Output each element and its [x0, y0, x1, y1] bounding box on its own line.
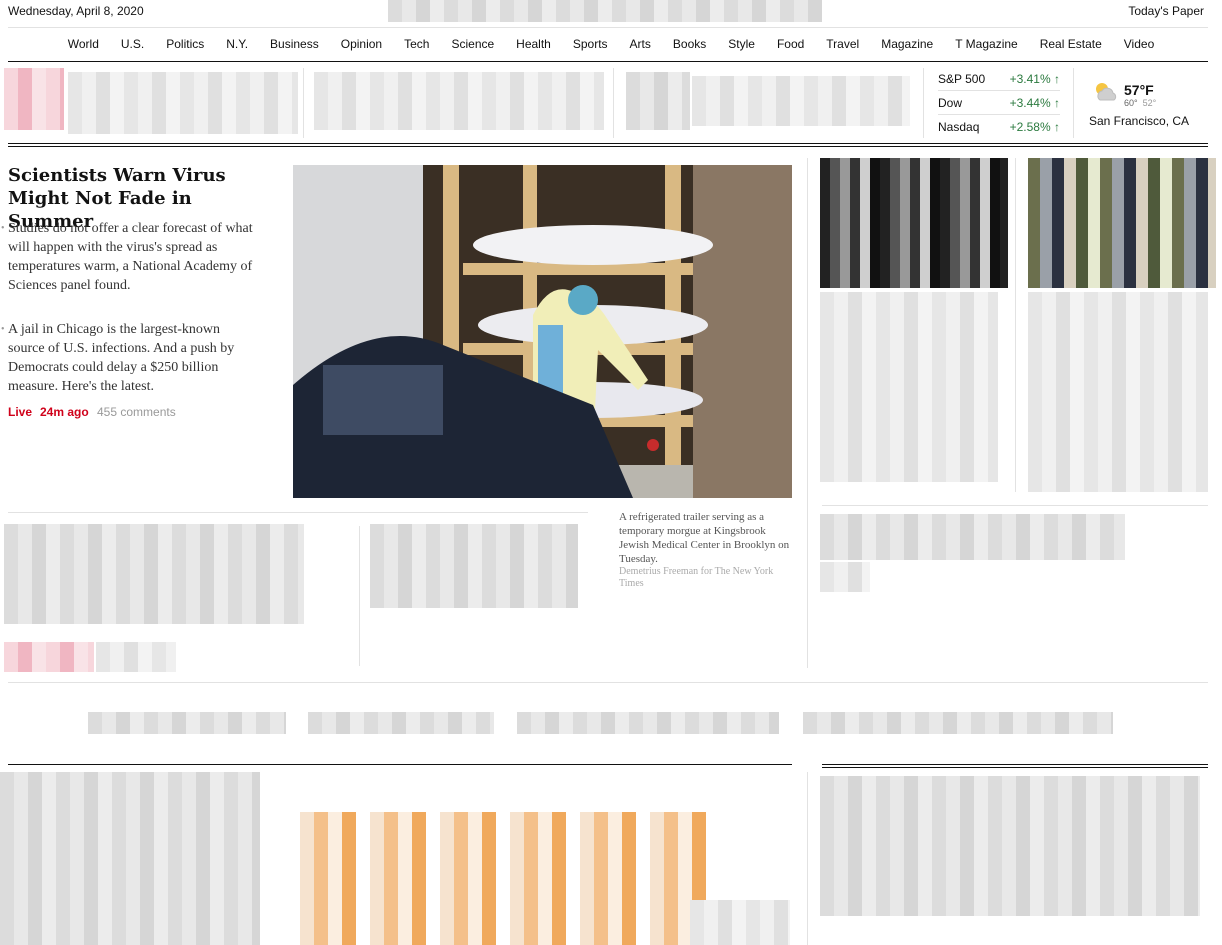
nav-us[interactable]: U.S. [110, 37, 155, 51]
topic-link[interactable] [803, 712, 1113, 734]
nav-politics[interactable]: Politics [155, 37, 215, 51]
divider [923, 68, 924, 138]
nav-business[interactable]: Business [259, 37, 330, 51]
story-teaser[interactable] [1028, 292, 1208, 492]
nav-health[interactable]: Health [505, 37, 562, 51]
arrow-up-icon: ↑ [1054, 96, 1060, 110]
date: Wednesday, April 8, 2020 [8, 4, 144, 18]
story-teaser[interactable] [820, 514, 1125, 560]
story-teaser[interactable] [96, 642, 176, 672]
story-teaser[interactable] [820, 776, 1200, 916]
timestamp: 24m ago [40, 405, 89, 419]
todays-paper-link[interactable]: Today's Paper [1128, 4, 1204, 18]
nav-video[interactable]: Video [1113, 37, 1165, 51]
topic-link[interactable] [308, 712, 494, 734]
briefing-teaser[interactable] [68, 72, 298, 134]
briefing-teaser[interactable] [314, 72, 604, 130]
market-dow[interactable]: Dow +3.44% ↑ [938, 96, 1060, 110]
divider [303, 68, 304, 138]
nav-opinion[interactable]: Opinion [330, 37, 393, 51]
divider [8, 512, 588, 513]
nav-divider [8, 61, 1208, 62]
nav-sports[interactable]: Sports [562, 37, 619, 51]
market-change: +3.44% [1009, 96, 1051, 110]
story-teaser[interactable] [820, 562, 870, 592]
section-nav: World U.S. Politics N.Y. Business Opinio… [0, 37, 1222, 51]
nav-world[interactable]: World [57, 37, 110, 51]
nav-magazine[interactable]: Magazine [870, 37, 944, 51]
nav-arts[interactable]: Arts [619, 37, 662, 51]
lead-summary-2: A jail in Chicago is the largest-known s… [1, 320, 260, 396]
photo-credit: Demetrius Freeman for The New York Times [619, 566, 774, 589]
story-thumbnail[interactable] [820, 158, 1008, 288]
market-name: S&P 500 [938, 72, 986, 86]
market-change: +3.41% [1009, 72, 1051, 86]
nav-books[interactable]: Books [662, 37, 717, 51]
divider [613, 68, 614, 138]
divider [807, 158, 808, 668]
nav-food[interactable]: Food [766, 37, 815, 51]
story-teaser[interactable] [370, 524, 578, 608]
divider [938, 90, 1060, 91]
divider [938, 114, 1060, 115]
divider [8, 27, 1208, 28]
arrow-up-icon: ↑ [1054, 72, 1060, 86]
story-teaser[interactable] [4, 524, 304, 624]
nav-ny[interactable]: N.Y. [215, 37, 259, 51]
divider [1073, 68, 1074, 138]
weather-temp: 57°F [1124, 82, 1154, 98]
divider [359, 526, 360, 666]
divider [8, 682, 1208, 683]
divider [1015, 158, 1016, 492]
divider [822, 764, 1208, 765]
weather-city[interactable]: San Francisco, CA [1089, 114, 1189, 128]
nav-travel[interactable]: Travel [815, 37, 870, 51]
divider [8, 764, 792, 765]
story-teaser[interactable] [4, 642, 94, 672]
divider [807, 772, 808, 945]
market-name: Nasdaq [938, 120, 980, 134]
briefing-teaser[interactable] [692, 76, 910, 126]
market-name: Dow [938, 96, 963, 110]
divider [8, 146, 1208, 147]
story-thumbnail[interactable] [1028, 158, 1216, 288]
story-teaser[interactable] [820, 292, 998, 482]
lead-photo[interactable] [293, 165, 792, 498]
masthead-logo[interactable] [388, 0, 822, 22]
nav-t-magazine[interactable]: T Magazine [944, 37, 1028, 51]
weather-high-low: 60° 52° [1124, 98, 1157, 108]
partly-cloudy-icon [1096, 83, 1117, 101]
nav-real-estate[interactable]: Real Estate [1029, 37, 1113, 51]
story-image[interactable] [300, 812, 720, 945]
divider [822, 505, 1208, 506]
divider [822, 767, 1208, 768]
market-sp500[interactable]: S&P 500 +3.41% ↑ [938, 72, 1060, 86]
story-teaser[interactable] [690, 900, 790, 945]
photo-caption: A refrigerated trailer serving as a temp… [619, 511, 790, 565]
nav-tech[interactable]: Tech [393, 37, 440, 51]
arrow-up-icon: ↑ [1054, 120, 1060, 134]
briefing-thumbnail[interactable] [4, 68, 64, 130]
story-teaser[interactable] [0, 772, 260, 945]
briefing-thumbnail[interactable] [626, 72, 690, 130]
live-badge: Live [8, 405, 33, 419]
market-nasdaq[interactable]: Nasdaq +2.58% ↑ [938, 120, 1060, 134]
topic-link[interactable] [517, 712, 779, 734]
comments-link[interactable]: 455 comments [97, 405, 176, 419]
nav-science[interactable]: Science [440, 37, 505, 51]
divider [8, 143, 1208, 144]
topic-link[interactable] [88, 712, 286, 734]
lead-summary-1: Studies do not offer a clear forecast of… [1, 219, 260, 295]
nav-style[interactable]: Style [717, 37, 766, 51]
market-change: +2.58% [1009, 120, 1051, 134]
